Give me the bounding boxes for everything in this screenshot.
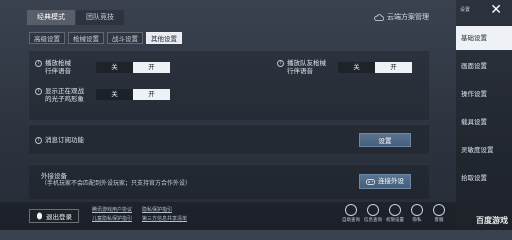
connect-peripheral-button[interactable]: 连接外设	[359, 174, 411, 189]
fire-voice-off[interactable]: 关	[96, 62, 133, 73]
peripheral-panel: 外接设备 （手机玩家不会匹配到外设玩家；只支持官方合作外设） 连接外设	[29, 164, 429, 199]
spectate-image-label: ? 显示正在观战 的光子鸡形象	[35, 87, 84, 103]
subtab-combat[interactable]: 战斗设置	[107, 32, 143, 44]
subtab-weapon[interactable]: 枪械设置	[68, 32, 104, 44]
mode-tabs: 经典模式 团队竞技	[27, 10, 125, 25]
bottom-bar: 退出登录 腾讯游戏用户协议 隐私保护指引 儿童隐私保护指引 第三方信息共享清单 …	[0, 202, 456, 230]
close-icon[interactable]: ✕	[490, 3, 502, 17]
voice-settings-panel: ? 播放枪械 行伴语音 关 开 ? 播放队友枪械 行伴语音 关 开 ? 显示正在观战…	[29, 50, 429, 120]
help-icon[interactable]: ?	[35, 60, 42, 67]
policy-links: 腾讯游戏用户协议 隐私保护指引 儿童隐私保护指引 第三方信息共享清单	[92, 206, 197, 224]
tab-team[interactable]: 团队竞技	[76, 10, 124, 25]
settings-sidebar: 设置 ✕ 基础设置 画面设置 操作设置 载具设置 灵敏度设置 拾取设置 百度游戏	[456, 0, 512, 230]
third-party-list-link[interactable]: 第三方信息共享清单	[142, 215, 187, 224]
fire-voice-label: ? 播放枪械 行伴语音	[35, 59, 71, 75]
privacy-icon[interactable]: 隐私	[406, 204, 428, 223]
subscription-settings-button[interactable]: 设置	[359, 133, 411, 147]
tab-classic[interactable]: 经典模式	[27, 10, 75, 25]
sidebar-item-basic[interactable]: 基础设置	[456, 26, 512, 50]
user-agreement-link[interactable]: 腾讯游戏用户协议	[92, 206, 132, 215]
sidebar-item-graphics[interactable]: 画面设置	[456, 54, 512, 78]
logout-button[interactable]: 退出登录	[29, 209, 79, 223]
fire-voice-on[interactable]: 开	[133, 62, 170, 73]
privacy-guide-link[interactable]: 隐私保护指引	[142, 206, 172, 215]
info-query-icon[interactable]: 信息查询	[362, 204, 384, 223]
spectate-image-off[interactable]: 关	[96, 89, 133, 100]
subtab-advanced[interactable]: 高级设置	[29, 32, 65, 44]
sidebar-item-pickup[interactable]: 拾取设置	[456, 166, 512, 190]
cs-icon[interactable]: 客服	[428, 204, 450, 223]
peripheral-label: 外接设备 （手机玩家不会匹配到外设玩家；只支持官方合作外设）	[41, 172, 192, 187]
spectate-image-on[interactable]: 开	[133, 89, 170, 100]
qq-penguin-icon	[36, 212, 43, 220]
help-icon[interactable]: ?	[35, 137, 42, 144]
cloud-scheme-button[interactable]: 云端方案管理	[374, 12, 429, 22]
sidebar-item-vehicle[interactable]: 载具设置	[456, 110, 512, 134]
rights-icon[interactable]: 权限设置	[384, 204, 406, 223]
settings-main: 经典模式 团队竞技 云端方案管理 高级设置 枪械设置 战斗设置 其他设置 ? 播…	[0, 0, 456, 230]
cloud-icon	[374, 13, 384, 21]
cloud-label: 云端方案管理	[387, 13, 429, 21]
watermark-logo: 百度游戏	[476, 216, 508, 225]
teammate-voice-toggle: 关 开	[338, 62, 412, 73]
bottom-icons: 自助查询 信息查询 权限设置 隐私 客服	[340, 204, 450, 223]
sidebar-title: 设置	[460, 7, 471, 13]
subscription-label: ? 消息订阅功能	[35, 136, 84, 144]
sub-tabs: 高级设置 枪械设置 战斗设置 其他设置	[29, 32, 185, 44]
fire-voice-toggle: 关 开	[96, 62, 170, 73]
help-icon[interactable]: ?	[277, 60, 284, 67]
help-icon[interactable]: ?	[35, 88, 42, 95]
subscription-panel: ? 消息订阅功能 设置	[29, 124, 429, 154]
sidebar-item-sensitivity[interactable]: 灵敏度设置	[456, 138, 512, 162]
self-check-icon[interactable]: 自助查询	[340, 204, 362, 223]
spectate-image-toggle: 关 开	[96, 89, 170, 100]
subtab-other[interactable]: 其他设置	[146, 32, 182, 44]
sidebar-topbar: 设置 ✕	[456, 0, 512, 22]
teammate-voice-on[interactable]: 开	[375, 62, 412, 73]
child-privacy-link[interactable]: 儿童隐私保护指引	[92, 215, 132, 224]
gamepad-icon	[366, 178, 375, 185]
teammate-voice-label: ? 播放队友枪械 行伴语音	[277, 59, 326, 75]
sidebar-item-controls[interactable]: 操作设置	[456, 82, 512, 106]
teammate-voice-off[interactable]: 关	[338, 62, 375, 73]
